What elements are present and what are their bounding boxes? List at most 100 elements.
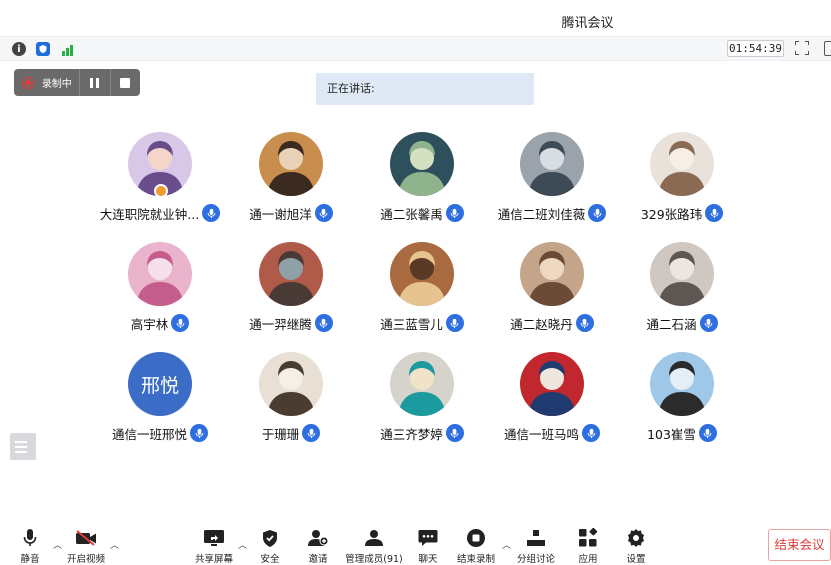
shield-icon[interactable]	[36, 42, 50, 56]
microphone-icon	[314, 204, 333, 222]
participant-name-row: 103崔雪	[607, 423, 757, 443]
breakout-rooms-button[interactable]: 分组讨论	[506, 528, 566, 565]
invite-button[interactable]: 邀请	[288, 528, 348, 565]
participant-tile[interactable]: 于珊珊	[216, 352, 366, 452]
participant-tile[interactable]: 通信二班刘佳薇	[477, 132, 627, 232]
participant-name: 103崔雪	[647, 426, 696, 442]
settings-button[interactable]: 设置	[606, 528, 666, 565]
participant-tile[interactable]: 通信一班马鸣	[477, 352, 627, 452]
avatar	[259, 352, 323, 416]
microphone-icon	[445, 314, 464, 332]
apps-icon	[577, 528, 599, 548]
participant-tile[interactable]: 高宇林	[85, 242, 235, 342]
participant-name-row: 通信一班邢悦	[85, 423, 235, 443]
end-meeting-button[interactable]: 结束会议	[768, 529, 831, 561]
participant-tile[interactable]: 大连职院就业钟...	[85, 132, 235, 232]
stop-recording-button[interactable]	[111, 69, 140, 96]
end-recording-button[interactable]: 结束录制	[446, 528, 506, 565]
participant-tile[interactable]: 通二张馨禹	[347, 132, 497, 232]
avatar	[259, 132, 323, 196]
participant-name-row: 通信一班马鸣	[477, 423, 627, 443]
microphone-icon	[588, 204, 607, 222]
participant-tile[interactable]: 通三齐梦婷	[347, 352, 497, 452]
avatar	[520, 242, 584, 306]
microphone-icon	[582, 424, 600, 442]
participant-name: 通二石涵	[646, 316, 697, 332]
participant-name: 大连职院就业钟...	[99, 206, 200, 222]
avatar	[650, 132, 714, 196]
participant-name-row: 通二张馨禹	[347, 203, 497, 223]
participant-name-row: 通三蓝雪儿	[347, 313, 497, 333]
participant-name-row: 通二赵晓丹	[477, 313, 627, 333]
microphone-icon	[445, 424, 464, 442]
info-icon[interactable]: i	[12, 42, 26, 56]
start-video-button[interactable]: 开启视频	[56, 528, 116, 565]
participant-tile[interactable]: 邢悦通信一班邢悦	[85, 352, 235, 452]
participant-name: 329张路玮	[640, 206, 703, 222]
participant-name: 通信一班邢悦	[111, 426, 187, 442]
participant-tile[interactable]: 通一谢旭洋	[216, 132, 366, 232]
participant-name-row: 高宇林	[85, 313, 235, 333]
shield-icon	[259, 528, 281, 548]
microphone-icon	[445, 204, 464, 222]
meeting-toolbar: 静音 ︿ 开启视频 ︿ 共享屏幕 ︿ 安全 邀请 管理成员(91) 聊天 结束录…	[0, 520, 831, 565]
avatar	[128, 242, 192, 306]
signal-icon[interactable]	[59, 42, 75, 56]
window-title: 腾讯会议	[561, 16, 614, 31]
microphone-icon	[575, 314, 594, 332]
participant-name: 通信一班马鸣	[503, 426, 579, 442]
participant-name: 通一羿继腾	[249, 316, 312, 332]
gear-icon	[625, 528, 647, 548]
participant-tile[interactable]: 通二石涵	[607, 242, 757, 342]
avatar	[390, 132, 454, 196]
participant-name: 通信二班刘佳薇	[497, 206, 586, 222]
avatar-text: 邢悦	[128, 352, 192, 416]
microphone-icon	[19, 528, 41, 548]
recording-icon	[22, 76, 34, 89]
list-toggle-icon[interactable]	[10, 433, 36, 460]
avatar	[520, 352, 584, 416]
members-icon	[363, 528, 385, 548]
chevron-up-icon[interactable]: ︿	[110, 538, 119, 551]
record-stop-icon	[465, 528, 487, 548]
participant-name-row: 通一谢旭洋	[216, 203, 366, 223]
participant-tile[interactable]: 329张路玮	[607, 132, 757, 232]
share-screen-button[interactable]: 共享屏幕	[184, 528, 244, 565]
microphone-icon	[699, 314, 718, 332]
participant-tile[interactable]: 通一羿继腾	[216, 242, 366, 342]
host-badge-icon	[154, 184, 168, 198]
participant-name: 通二赵晓丹	[510, 316, 573, 332]
microphone-icon	[314, 314, 333, 332]
participant-name: 高宇林	[130, 316, 169, 332]
pause-recording-button[interactable]	[80, 69, 109, 96]
avatar	[520, 132, 584, 196]
microphone-icon	[698, 424, 717, 442]
manage-members-button[interactable]: 管理成员(91)	[344, 528, 404, 565]
meeting-info-bar: i 01:54:39	[0, 36, 831, 61]
recording-label: 录制中	[41, 79, 72, 90]
participant-name-row: 于珊珊	[216, 423, 366, 443]
participant-name-row: 通信二班刘佳薇	[477, 203, 627, 223]
participant-name-row: 通二石涵	[607, 313, 757, 333]
share-screen-icon	[203, 528, 225, 548]
title-bar: 腾讯会议	[0, 0, 831, 36]
microphone-icon	[190, 424, 208, 442]
participant-name: 通二张馨禹	[380, 206, 443, 222]
avatar	[390, 352, 454, 416]
microphone-icon	[705, 204, 724, 222]
meeting-timer: 01:54:39	[727, 40, 784, 57]
fullscreen-icon[interactable]	[795, 41, 809, 55]
participant-name: 通三齐梦婷	[380, 426, 443, 442]
avatar	[650, 352, 714, 416]
participant-name-row: 329张路玮	[607, 203, 757, 223]
participant-tile[interactable]: 通二赵晓丹	[477, 242, 627, 342]
participant-name: 通一谢旭洋	[249, 206, 312, 222]
participant-name-row: 大连职院就业钟...	[85, 203, 235, 223]
participant-tile[interactable]: 通三蓝雪儿	[347, 242, 497, 342]
window-layout-icon[interactable]	[824, 41, 831, 56]
participant-tile[interactable]: 103崔雪	[607, 352, 757, 452]
mute-button[interactable]: 静音	[0, 528, 60, 565]
avatar	[390, 242, 454, 306]
recording-control: 录制中	[14, 69, 140, 96]
add-user-icon	[307, 528, 329, 548]
